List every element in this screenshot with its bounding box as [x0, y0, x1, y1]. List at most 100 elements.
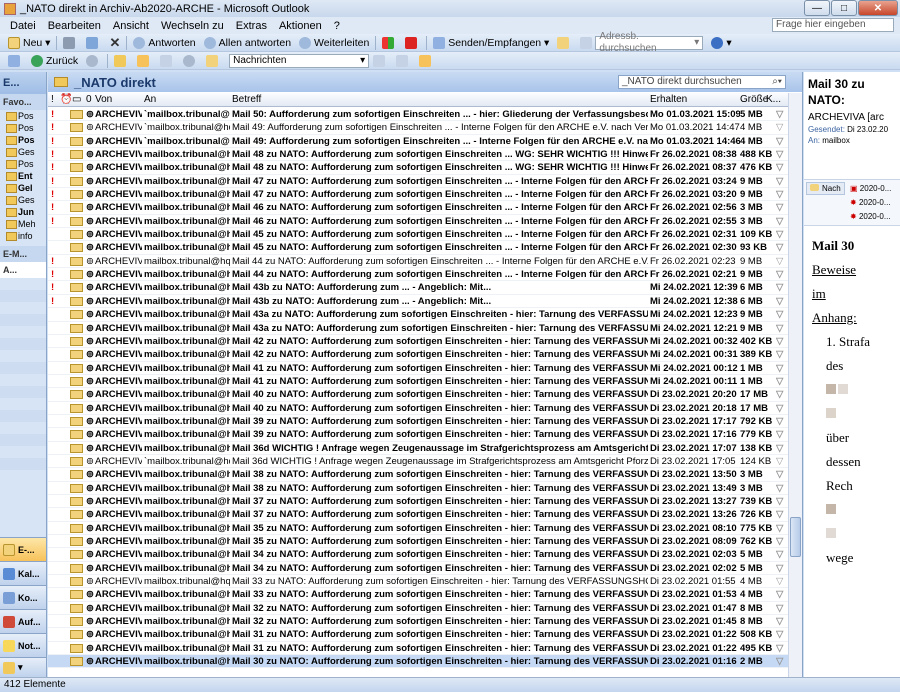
menu-go[interactable]: Wechseln zu: [155, 20, 230, 32]
flag-icon[interactable]: ▽: [776, 523, 786, 534]
favorite-folder[interactable]: Pos: [0, 158, 46, 170]
flag-icon[interactable]: ▽: [776, 269, 786, 280]
favorite-folder[interactable]: Meh: [0, 218, 46, 230]
favorite-folder[interactable]: Ges: [0, 194, 46, 206]
undo-button[interactable]: [179, 53, 202, 69]
table-row[interactable]: ⊚ARCHEVIVAmailbox.tribunal@hq...Mail 33 …: [48, 588, 788, 602]
table-row[interactable]: ⊚ARCHEVIVAmailbox.tribunal@hq...Mail 39 …: [48, 428, 788, 442]
flag-icon[interactable]: ▽: [776, 122, 786, 133]
menu-actions[interactable]: Aktionen: [273, 20, 328, 32]
flag-icon[interactable]: ▽: [776, 363, 786, 374]
help-search-input[interactable]: Frage hier eingeben: [772, 18, 894, 32]
favorite-folder[interactable]: info: [0, 230, 46, 242]
table-row[interactable]: ⊚ARCHEVIVAmailbox.tribunal@hq...Mail 40 …: [48, 388, 788, 402]
rules-button[interactable]: [202, 53, 225, 69]
table-row[interactable]: ! ⊚ARCHEVIVAmailbox.tribunal@hq...Mail 44…: [48, 255, 788, 269]
favorite-folder[interactable]: Ent: [0, 170, 46, 182]
favorites-header[interactable]: Favo...: [0, 94, 46, 110]
table-row[interactable]: ! ⊚ARCHEVIVAmailbox.tribunal@hq...Mail 46…: [48, 201, 788, 215]
flag-icon[interactable]: ▽: [776, 202, 786, 213]
outlook-today-button[interactable]: [4, 53, 27, 69]
flag-icon[interactable]: ▽: [776, 296, 786, 307]
menu-help[interactable]: ?: [328, 20, 346, 32]
favorite-folder[interactable]: Pos: [0, 122, 46, 134]
favorite-folder[interactable]: Ges: [0, 146, 46, 158]
table-row[interactable]: ! ⊚ARCHEVIVAmailbox.tribunal@hq...Mail 44…: [48, 268, 788, 282]
table-row[interactable]: ⊚ARCHEVIVAmailbox.tribunal@hq...Mail 40 …: [48, 402, 788, 415]
table-row[interactable]: ⊚ARCHEVIVAmailbox.tribunal@hq...Mail 36d…: [48, 442, 788, 455]
nav-calendar-button[interactable]: Kal...: [0, 561, 46, 585]
flag-icon[interactable]: ▽: [776, 229, 786, 240]
icon-column-header[interactable]: ▭: [72, 94, 81, 105]
flag-icon[interactable]: ▽: [776, 189, 786, 200]
current-view-select[interactable]: Nachrichten ▾: [229, 53, 370, 68]
table-row[interactable]: ! ⊚ARCHEVIVAmailbox.tribunal@hq...Mail 47…: [48, 188, 788, 202]
flag-icon[interactable]: ▽: [776, 256, 786, 267]
table-row[interactable]: ! ⊚ARCHEVIVA`mailbox.tribunal@hq...Mail 4…: [48, 121, 788, 135]
minimize-button[interactable]: —: [804, 0, 830, 16]
flag-icon[interactable]: ▽: [776, 496, 786, 507]
flag-icon[interactable]: ▽: [776, 176, 786, 187]
category-column-header[interactable]: K...: [766, 94, 781, 105]
flag-icon[interactable]: ▽: [776, 216, 786, 227]
flag-icon[interactable]: ▽: [776, 282, 786, 293]
flag-icon[interactable]: ▽: [776, 109, 786, 120]
field-chooser-button[interactable]: [392, 53, 415, 69]
size-column-header[interactable]: Größe: [740, 94, 768, 105]
new-button[interactable]: Neu ▾: [4, 35, 54, 51]
folder-up-button[interactable]: [110, 53, 133, 69]
table-row[interactable]: ⊚ARCHEVIVAmailbox.tribunal@hq...Mail 31 …: [48, 628, 788, 642]
table-row[interactable]: ⊚ARCHEVIVAmailbox.tribunal@hq...Mail 45 …: [48, 241, 788, 255]
menu-file[interactable]: Datei: [4, 20, 42, 32]
reply-button[interactable]: Antworten: [129, 35, 199, 51]
help-button[interactable]: ▾: [707, 35, 735, 51]
table-row[interactable]: ⊚ARCHEVIVAmailbox.tribunal@hq...Mail 42 …: [48, 335, 788, 349]
table-row[interactable]: ! ⊚ARCHEVIVAmailbox.tribunal@hq...Mail 43…: [48, 281, 788, 295]
flag-icon[interactable]: ▽: [776, 429, 786, 440]
favorite-folder[interactable]: Pos: [0, 110, 46, 122]
flag-icon[interactable]: ▽: [776, 629, 786, 640]
print-preview-button[interactable]: [156, 53, 179, 69]
address-search-input[interactable]: Adressb. durchsuchen ▾: [595, 31, 704, 54]
nav-notes-button[interactable]: Not...: [0, 633, 46, 657]
find-contact-button[interactable]: [553, 35, 576, 51]
flag-icon[interactable]: ▽: [776, 469, 786, 480]
table-row[interactable]: ⊚ARCHEVIVAmailbox.tribunal@hq...Mail 45 …: [48, 228, 788, 242]
flag-icon[interactable]: ▽: [776, 323, 786, 334]
close-button[interactable]: ✕: [858, 0, 898, 16]
message-sender[interactable]: ARCHEVIVA [arc: [808, 112, 896, 123]
flag-icon[interactable]: ▽: [776, 549, 786, 560]
table-row[interactable]: ⊚ARCHEVIVAmailbox.tribunal@hq...Mail 32 …: [48, 602, 788, 616]
table-row[interactable]: ⊚ARCHEVIVAmailbox.tribunal@hq...Mail 31 …: [48, 642, 788, 656]
flag-icon[interactable]: ▽: [776, 309, 786, 320]
table-row[interactable]: ⊚ARCHEVIVAmailbox.tribunal@hq...Mail 35 …: [48, 535, 788, 549]
nav-folder-list-button[interactable]: ▾: [0, 657, 46, 677]
table-row[interactable]: ⊚ARCHEVIVAmailbox.tribunal@hq...Mail 37 …: [48, 508, 788, 522]
send-receive-button[interactable]: Senden/Empfangen ▾: [429, 35, 553, 51]
table-row[interactable]: ! ⊚ARCHEVIVAmailbox.tribunal@hq...Mail 43…: [48, 295, 788, 309]
message-list-scrollbar[interactable]: [788, 93, 802, 677]
move-button[interactable]: [82, 35, 105, 51]
address-search[interactable]: Adressb. durchsuchen ▾: [576, 31, 707, 54]
back-button[interactable]: Zurück: [27, 53, 82, 69]
reply-all-button[interactable]: Allen antworten: [200, 35, 295, 51]
table-row[interactable]: ⊚ARCHEVIVAmailbox.tribunal@hq...Mail 43a…: [48, 322, 788, 335]
nav-tasks-button[interactable]: Auf...: [0, 609, 46, 633]
from-column-header[interactable]: Von: [95, 94, 112, 105]
table-row[interactable]: ⊚ARCHEVIVAmailbox.tribunal@hq...Mail 33 …: [48, 575, 788, 589]
table-row[interactable]: ⊚ARCHEVIVAmailbox.tribunal@hq...Mail 41 …: [48, 375, 788, 389]
table-row[interactable]: ! ⊚ARCHEVIVA`mailbox.tribunal@hq...Mail 5…: [48, 108, 788, 122]
maximize-button[interactable]: □: [831, 0, 857, 16]
table-row[interactable]: ! ⊚ARCHEVIVAmailbox.tribunal@hq...Mail 48…: [48, 148, 788, 162]
to-column-header[interactable]: An: [144, 94, 156, 105]
delete-button[interactable]: ✕: [105, 35, 124, 51]
flag-icon[interactable]: ▽: [776, 483, 786, 494]
message-tab[interactable]: Nach: [806, 182, 845, 195]
received-column-header[interactable]: Erhalten: [650, 94, 687, 105]
table-row[interactable]: ⊚ARCHEVIVA`mailbox.tribunal@hq...Mail 36…: [48, 455, 788, 469]
table-row[interactable]: ⊚ARCHEVIVAmailbox.tribunal@hq...Mail 39 …: [48, 415, 788, 429]
nav-mail-button[interactable]: E-...: [0, 537, 46, 561]
flag-icon[interactable]: ▽: [776, 389, 786, 400]
flag-icon[interactable]: ▽: [776, 162, 786, 173]
flag-icon[interactable]: ▽: [776, 349, 786, 360]
